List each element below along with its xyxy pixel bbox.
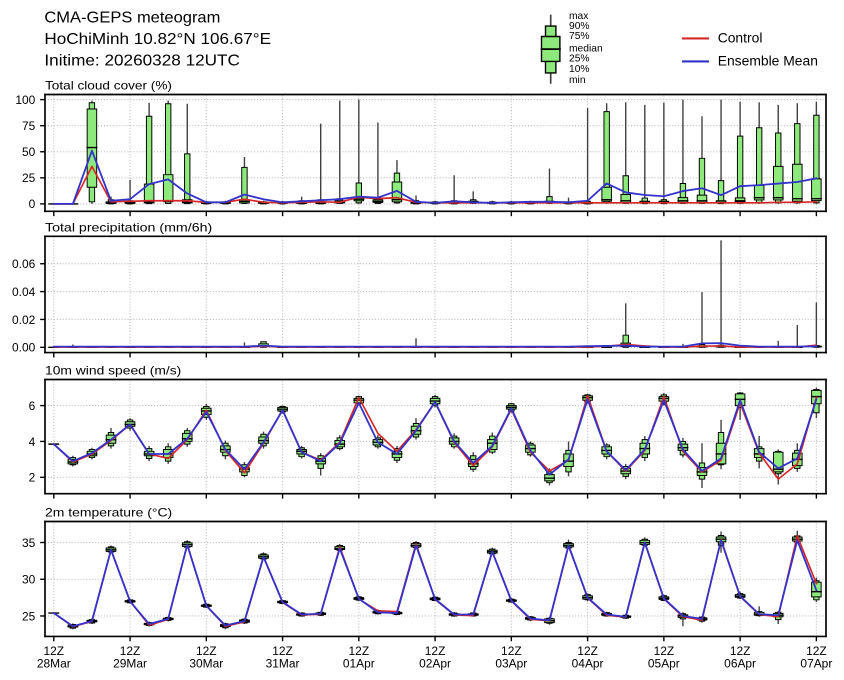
svg-text:HoChiMinh 10.82°N 106.67°E: HoChiMinh 10.82°N 106.67°E — [44, 31, 271, 48]
svg-text:2: 2 — [29, 471, 36, 485]
svg-text:02Apr: 02Apr — [419, 657, 451, 671]
svg-text:28Mar: 28Mar — [37, 657, 71, 671]
svg-text:10%: 10% — [569, 64, 590, 75]
svg-text:0.06: 0.06 — [12, 257, 36, 271]
svg-text:30Mar: 30Mar — [189, 657, 223, 671]
svg-text:75: 75 — [22, 119, 36, 133]
svg-text:25%: 25% — [569, 53, 590, 64]
svg-text:2m temperature (°C): 2m temperature (°C) — [45, 506, 172, 520]
svg-text:03Apr: 03Apr — [495, 657, 527, 671]
svg-text:31Mar: 31Mar — [266, 657, 300, 671]
svg-text:Total precipitation (mm/6h): Total precipitation (mm/6h) — [45, 220, 212, 234]
svg-text:06Apr: 06Apr — [724, 657, 756, 671]
svg-text:0.04: 0.04 — [12, 285, 36, 299]
svg-text:01Apr: 01Apr — [343, 657, 375, 671]
svg-text:Control: Control — [718, 30, 763, 46]
svg-text:50: 50 — [22, 145, 36, 159]
svg-text:CMA-GEPS meteogram: CMA-GEPS meteogram — [44, 10, 220, 27]
svg-text:Total cloud cover (%): Total cloud cover (%) — [45, 79, 172, 93]
svg-text:0.00: 0.00 — [12, 341, 36, 355]
svg-text:4: 4 — [29, 435, 36, 449]
svg-text:07Apr: 07Apr — [800, 657, 832, 671]
svg-text:05Apr: 05Apr — [648, 657, 680, 671]
svg-text:100: 100 — [15, 93, 35, 107]
svg-text:04Apr: 04Apr — [572, 657, 604, 671]
svg-text:35: 35 — [22, 536, 36, 550]
svg-text:6: 6 — [29, 399, 36, 413]
svg-text:10m wind speed (m/s): 10m wind speed (m/s) — [45, 364, 181, 378]
svg-text:30: 30 — [22, 573, 36, 587]
svg-text:Initime: 20260328 12UTC: Initime: 20260328 12UTC — [44, 52, 240, 69]
svg-text:0.02: 0.02 — [12, 313, 36, 327]
svg-text:25: 25 — [22, 609, 36, 623]
svg-text:Ensemble Mean: Ensemble Mean — [718, 53, 818, 69]
svg-text:min: min — [569, 75, 586, 86]
svg-text:0: 0 — [29, 197, 36, 211]
svg-text:75%: 75% — [569, 31, 590, 42]
svg-text:29Mar: 29Mar — [113, 657, 147, 671]
svg-text:25: 25 — [22, 171, 36, 185]
